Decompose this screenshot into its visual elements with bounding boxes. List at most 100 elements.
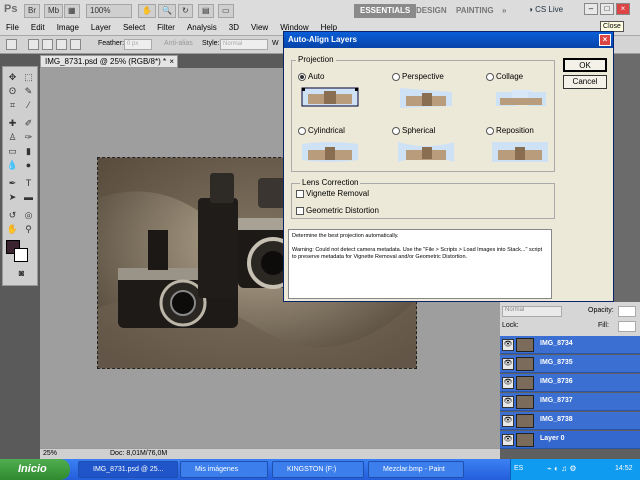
clone-stamp-tool-icon[interactable]: ♙ xyxy=(6,131,19,144)
layer-row[interactable]: 👁 IMG_8734 xyxy=(500,336,640,354)
arrange-documents-button[interactable]: ▤ xyxy=(198,4,214,18)
windows-taskbar: Inicio IMG_8731.psd @ 25... Mis imágenes… xyxy=(0,459,640,480)
tab-close-icon[interactable]: × xyxy=(169,56,174,67)
ok-button[interactable]: OK xyxy=(563,58,607,72)
history-brush-tool-icon[interactable]: ✑ xyxy=(22,131,35,144)
menu-file[interactable]: File xyxy=(0,22,25,34)
visibility-eye-icon[interactable]: 👁 xyxy=(502,377,514,389)
blur-tool-icon[interactable]: 💧 xyxy=(6,159,19,172)
type-tool-icon[interactable]: T xyxy=(22,177,35,190)
dialog-close-icon[interactable]: × xyxy=(599,34,611,46)
3d-orbit-tool-icon[interactable]: ◎ xyxy=(22,209,35,222)
status-zoom[interactable]: 25% xyxy=(43,449,57,459)
workspace-painting[interactable]: PAINTING xyxy=(450,4,500,18)
rotate-view-button[interactable]: ↻ xyxy=(178,4,193,18)
subtract-selection-icon[interactable] xyxy=(56,39,67,50)
projection-spherical-option[interactable]: Spherical xyxy=(392,126,435,135)
menu-image[interactable]: Image xyxy=(51,22,85,34)
zoom-tool-icon[interactable]: ⚲ xyxy=(22,223,35,236)
dodge-tool-icon[interactable]: ● xyxy=(22,159,35,172)
eraser-tool-icon[interactable]: ▭ xyxy=(6,145,19,158)
pen-tool-icon[interactable]: ✒ xyxy=(6,177,19,190)
3d-rotate-tool-icon[interactable]: ↺ xyxy=(6,209,19,222)
move-tool-icon[interactable]: ✥ xyxy=(6,71,19,84)
menu-select[interactable]: Select xyxy=(117,22,151,34)
hand-tool-icon[interactable]: ✋ xyxy=(6,223,19,236)
tray-icons[interactable]: ⌁ ◐ ♫ ⚙ xyxy=(547,464,577,473)
projection-auto-option[interactable]: Auto xyxy=(298,72,324,81)
hand-tool-button[interactable]: ✋ xyxy=(138,4,156,18)
view-extras-button[interactable]: ▦ xyxy=(64,4,80,18)
projection-reposition-option[interactable]: Reposition xyxy=(486,126,534,135)
launch-bridge-button[interactable]: Br xyxy=(24,4,40,18)
start-button[interactable]: Inicio xyxy=(0,459,70,480)
visibility-eye-icon[interactable]: 👁 xyxy=(502,339,514,351)
projection-collage-option[interactable]: Collage xyxy=(486,72,523,81)
menu-analysis[interactable]: Analysis xyxy=(181,22,223,34)
minibridge-button[interactable]: Mb xyxy=(44,4,64,18)
zoom-level-select[interactable]: 100% xyxy=(86,4,132,18)
menu-filter[interactable]: Filter xyxy=(151,22,181,34)
visibility-eye-icon[interactable]: 👁 xyxy=(502,434,514,446)
zoom-tool-button[interactable]: 🔍 xyxy=(158,4,176,18)
layer-row[interactable]: 👁 IMG_8735 xyxy=(500,355,640,373)
marquee-preset-icon[interactable] xyxy=(6,39,17,50)
projection-cylindrical-option[interactable]: Cylindrical xyxy=(298,126,345,135)
add-selection-icon[interactable] xyxy=(42,39,53,50)
clock: 14:52 xyxy=(615,465,633,472)
vignette-removal-checkbox[interactable]: Vignette Removal xyxy=(296,189,369,198)
minimize-button[interactable]: – xyxy=(584,3,598,15)
menu-3d[interactable]: 3D xyxy=(223,22,245,34)
background-color-swatch[interactable] xyxy=(14,248,28,262)
workspace-essentials[interactable]: ESSENTIALS xyxy=(354,4,417,18)
document-tab[interactable]: IMG_8731.psd @ 25% (RGB/8*) * × xyxy=(40,55,178,68)
brush-tool-icon[interactable]: ✐ xyxy=(22,117,35,130)
shape-tool-icon[interactable]: ▬ xyxy=(22,191,35,204)
eyedropper-tool-icon[interactable]: ⁄ xyxy=(22,99,35,112)
antialias-checkbox[interactable]: Anti-alias xyxy=(164,40,193,47)
visibility-eye-icon[interactable]: 👁 xyxy=(502,358,514,370)
lasso-tool-icon[interactable]: ʘ xyxy=(6,85,19,98)
crop-tool-icon[interactable]: ⌗ xyxy=(6,99,19,112)
fill-input[interactable] xyxy=(618,321,636,332)
layer-row[interactable]: 👁 IMG_8738 xyxy=(500,412,640,430)
new-selection-icon[interactable] xyxy=(28,39,39,50)
quick-select-tool-icon[interactable]: ✎ xyxy=(22,85,35,98)
visibility-eye-icon[interactable]: 👁 xyxy=(502,415,514,427)
cancel-button[interactable]: Cancel xyxy=(563,75,607,89)
system-tray: ES ⌁ ◐ ♫ ⚙ 14:52 xyxy=(510,459,640,480)
taskbar-paint[interactable]: Mezclar.bmp - Paint xyxy=(368,461,464,478)
workspace-design[interactable]: DESIGN xyxy=(410,4,453,18)
path-select-tool-icon[interactable]: ➤ xyxy=(6,191,19,204)
checkbox-icon xyxy=(296,189,304,198)
intersect-selection-icon[interactable] xyxy=(70,39,81,50)
blend-mode-select[interactable]: Normal xyxy=(502,306,562,317)
layer-row[interactable]: 👁 Layer 0 xyxy=(500,431,640,449)
language-indicator[interactable]: ES xyxy=(514,465,523,472)
menu-layer[interactable]: Layer xyxy=(85,22,117,34)
taskbar-photoshop[interactable]: IMG_8731.psd @ 25... xyxy=(78,461,178,478)
menu-view[interactable]: View xyxy=(245,22,274,34)
feather-input[interactable]: 0 px xyxy=(124,39,152,50)
screen-mode-button[interactable]: ▭ xyxy=(218,4,234,18)
maximize-button[interactable]: □ xyxy=(600,3,614,15)
style-select[interactable]: Normal xyxy=(220,39,268,50)
quick-mask-icon[interactable]: ◙ xyxy=(15,267,28,280)
projection-perspective-option[interactable]: Perspective xyxy=(392,72,444,81)
marquee-tool-icon[interactable]: ⬚ xyxy=(22,71,35,84)
taskbar-my-pictures[interactable]: Mis imágenes xyxy=(180,461,268,478)
layer-row[interactable]: 👁 IMG_8737 xyxy=(500,393,640,411)
opacity-input[interactable] xyxy=(618,306,636,317)
visibility-eye-icon[interactable]: 👁 xyxy=(502,396,514,408)
layer-row[interactable]: 👁 IMG_8736 xyxy=(500,374,640,392)
taskbar-kingston-drive[interactable]: KINGSTON (F:) xyxy=(272,461,364,478)
healing-tool-icon[interactable]: ✚ xyxy=(6,117,19,130)
geometric-distortion-checkbox[interactable]: Geometric Distortion xyxy=(296,206,379,215)
cs-live-button[interactable]: ◑ CS Live xyxy=(528,5,563,14)
layer-name: IMG_8738 xyxy=(540,416,573,423)
layer-thumbnail xyxy=(516,414,534,428)
workspace-more-chevron-icon[interactable]: » xyxy=(496,4,512,18)
menu-edit[interactable]: Edit xyxy=(25,22,51,34)
gradient-tool-icon[interactable]: ▮ xyxy=(22,145,35,158)
close-button[interactable]: × xyxy=(616,3,630,15)
